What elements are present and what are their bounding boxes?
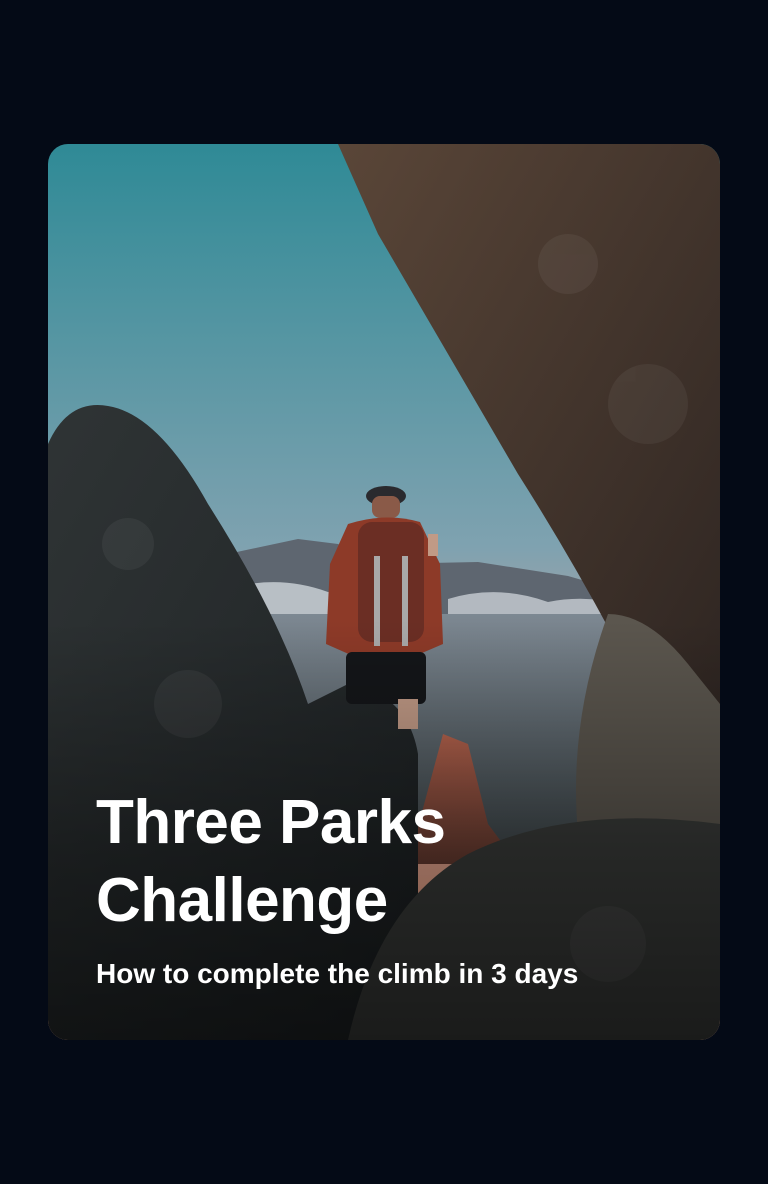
card-text: Three Parks Challenge How to complete th… — [96, 784, 672, 992]
card-title: Three Parks Challenge — [96, 788, 446, 935]
article-card[interactable]: Three Parks Challenge How to complete th… — [48, 144, 720, 1040]
card-subtitle: How to complete the climb in 3 days — [96, 958, 579, 989]
